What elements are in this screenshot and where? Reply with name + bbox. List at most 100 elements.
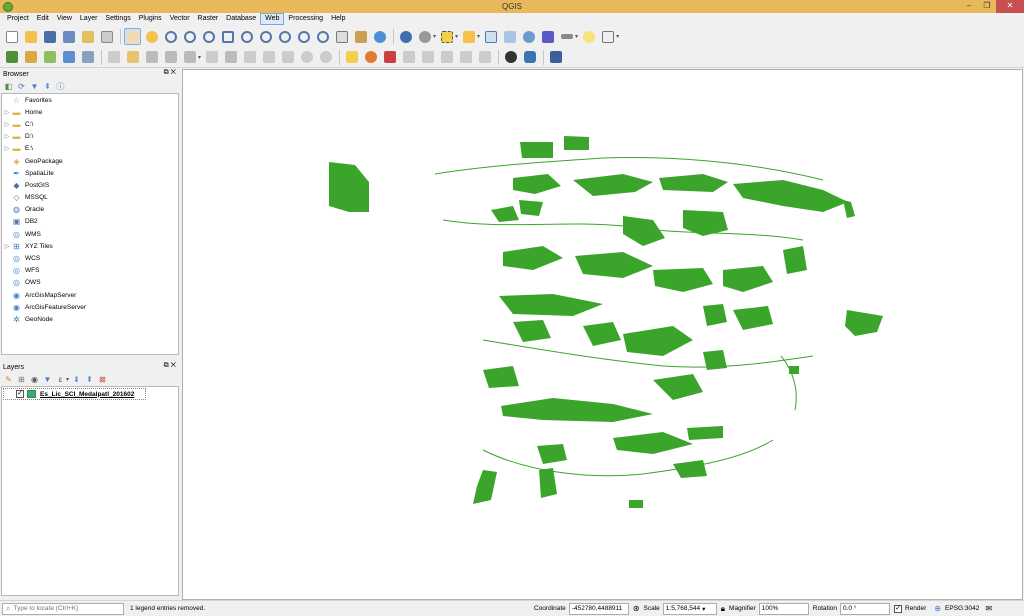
chevron-down-icon[interactable]: ▾ [66, 376, 69, 383]
layer-symbol-swatch[interactable] [27, 390, 36, 398]
menu-view[interactable]: View [53, 13, 76, 25]
toolbox-button[interactable] [520, 28, 537, 45]
locator-input[interactable] [13, 605, 114, 612]
locator-box[interactable]: ⌕ [2, 602, 124, 615]
copy-features-button[interactable] [260, 49, 277, 66]
expand-arrow-icon[interactable]: ▷ [2, 243, 12, 250]
zoom-to-layer-button[interactable] [257, 28, 274, 45]
menu-processing[interactable]: Processing [284, 13, 327, 25]
menu-database[interactable]: Database [222, 13, 260, 25]
filter-expression-button[interactable]: ε [55, 374, 66, 385]
chevron-down-icon[interactable]: ▾ [477, 33, 480, 40]
browser-item[interactable]: ✲ GeoNode [2, 313, 178, 325]
manage-visibility-button[interactable]: ◉ [29, 374, 40, 385]
select-features-button[interactable] [438, 28, 455, 45]
menu-edit[interactable]: Edit [33, 13, 53, 25]
browser-item[interactable]: ◉ ArcGisFeatureServer [2, 301, 178, 313]
new-map-view-button[interactable] [333, 28, 350, 45]
extents-toggle-icon[interactable]: ⊛ [633, 604, 640, 613]
georeferencer-button[interactable] [502, 49, 519, 66]
browser-item[interactable]: ◈ GeoPackage [2, 155, 178, 167]
field-calculator-button[interactable] [501, 28, 518, 45]
toggle-editing-button[interactable] [124, 49, 141, 66]
save-as-button[interactable] [60, 28, 77, 45]
lock-scale-icon[interactable]: 🔒︎ [721, 604, 725, 614]
panel-float-close-icons[interactable]: ⧉✕ [164, 362, 178, 370]
browser-item[interactable]: ☆ Favorites [2, 94, 178, 106]
open-project-button[interactable] [22, 28, 39, 45]
map-canvas[interactable] [182, 69, 1023, 600]
filter-legend-button[interactable]: ▼ [42, 374, 53, 385]
add-group-button[interactable]: ⊞ [16, 374, 27, 385]
chevron-down-icon[interactable]: ▾ [616, 33, 619, 40]
menu-raster[interactable]: Raster [194, 13, 223, 25]
close-button[interactable]: ✕ [996, 0, 1024, 13]
zoom-full-button[interactable] [219, 28, 236, 45]
browser-item[interactable]: ▷ ▬ D:\ [2, 131, 178, 143]
identify-button[interactable] [397, 28, 414, 45]
actions-button[interactable] [416, 28, 433, 45]
scale-combobox[interactable]: 1:5,768,544 ▾ [662, 602, 717, 615]
chevron-down-icon[interactable]: ▾ [433, 33, 436, 40]
data-source-manager-button[interactable] [3, 49, 20, 66]
paste-features-button[interactable] [279, 49, 296, 66]
pin-labels-button[interactable] [400, 49, 417, 66]
expand-arrow-icon[interactable]: ▷ [2, 109, 12, 116]
minimize-button[interactable]: – [960, 0, 978, 13]
browser-item[interactable]: ◎ WFS [2, 265, 178, 277]
chevron-down-icon[interactable]: ▾ [198, 54, 201, 61]
crs-globe-icon[interactable]: ⊕ [934, 604, 941, 613]
rotation-spinbox[interactable]: 0.0 ° [840, 602, 890, 615]
menu-help[interactable]: Help [327, 13, 349, 25]
deselect-button[interactable] [460, 28, 477, 45]
zoom-in-button[interactable] [162, 28, 179, 45]
delete-selected-button[interactable] [222, 49, 239, 66]
pan-map-button[interactable] [124, 28, 141, 45]
highlight-label-button[interactable] [381, 49, 398, 66]
layer-row[interactable]: ✓ Es_Lic_SCI_Medalpatl_201602 [3, 388, 146, 400]
cut-features-button[interactable] [241, 49, 258, 66]
menu-project[interactable]: Project [3, 13, 33, 25]
undo-button[interactable] [298, 49, 315, 66]
browser-item[interactable]: ▷ ▬ C:\ [2, 118, 178, 130]
chevron-down-icon[interactable]: ▾ [575, 33, 578, 40]
help-button[interactable] [547, 49, 564, 66]
show-hide-labels-button[interactable] [419, 49, 436, 66]
menu-settings[interactable]: Settings [101, 13, 134, 25]
browser-item[interactable]: ▷ ▬ E:\ [2, 143, 178, 155]
messages-icon[interactable]: ✉ [985, 604, 992, 613]
vertex-tool-button[interactable] [181, 49, 198, 66]
refresh-button[interactable] [371, 28, 388, 45]
remove-layer-button[interactable]: ⊠ [97, 374, 108, 385]
browser-item[interactable]: ▷ ⊞ XYZ Tiles [2, 240, 178, 252]
zoom-last-button[interactable] [295, 28, 312, 45]
zoom-native-button[interactable] [276, 28, 293, 45]
label-toolbar-button[interactable] [343, 49, 360, 66]
python-console-button[interactable] [521, 49, 538, 66]
collapse-all-layers-button[interactable]: ⇞ [84, 374, 95, 385]
save-edits-button[interactable] [143, 49, 160, 66]
magnifier-spinbox[interactable]: 100% [758, 602, 809, 615]
panel-float-close-icons[interactable]: ⧉✕ [164, 69, 178, 77]
add-selected-layers-button[interactable]: ◧ [3, 81, 14, 92]
expand-arrow-icon[interactable]: ▷ [2, 121, 12, 128]
browser-item[interactable]: ◍ Oracle [2, 204, 178, 216]
zoom-out-button[interactable] [181, 28, 198, 45]
maximize-button[interactable]: ❐ [978, 0, 996, 13]
menu-web[interactable]: Web [260, 13, 285, 25]
coordinate-field[interactable]: -452780,4488911 [568, 602, 629, 615]
change-label-button[interactable] [476, 49, 493, 66]
move-label-button[interactable] [438, 49, 455, 66]
map-tips-button[interactable] [580, 28, 597, 45]
browser-item[interactable]: ◎ WMS [2, 228, 178, 240]
menu-plugins[interactable]: Plugins [135, 13, 166, 25]
attribute-table-button[interactable] [482, 28, 499, 45]
render-checkbox[interactable]: ✓ [894, 604, 902, 613]
save-project-button[interactable] [41, 28, 58, 45]
statistics-button[interactable] [539, 28, 556, 45]
layer-visibility-checkbox[interactable]: ✓ [16, 390, 24, 398]
new-spatialite-button[interactable] [60, 49, 77, 66]
browser-item[interactable]: ▷ ▬ Home [2, 106, 178, 118]
crs-label[interactable]: EPSG:3042 [945, 605, 979, 612]
browser-item[interactable]: ◇ MSSQL [2, 192, 178, 204]
